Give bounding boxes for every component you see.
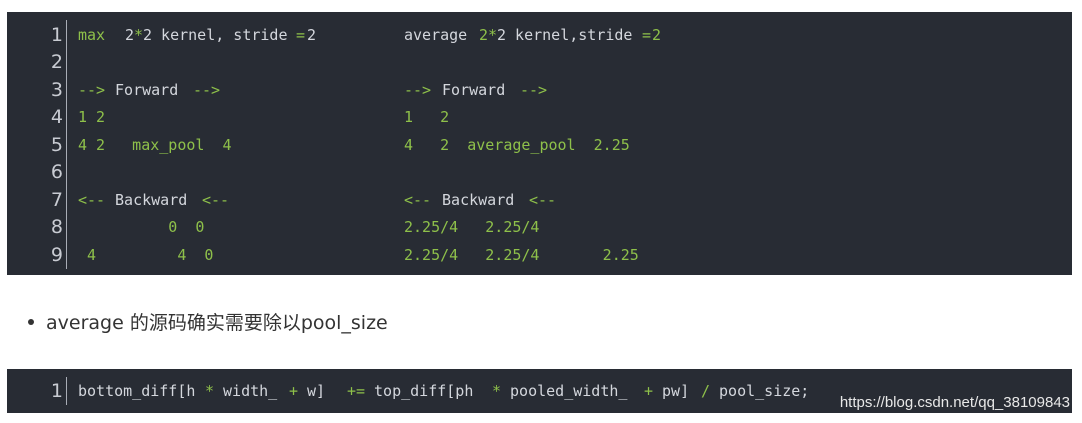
line-number: 5 <box>50 134 63 156</box>
code-token: w] <box>298 382 335 400</box>
code-token: <-- <box>529 191 557 209</box>
code-token: Backward <box>433 191 524 209</box>
code-token: 2.25/4 2.25/4 2.25 <box>404 246 639 264</box>
watermark-url: https://blog.csdn.net/qq_38109843 <box>839 394 1070 411</box>
code-token: bottom_diff[h <box>78 382 205 400</box>
line-number: 3 <box>50 79 63 101</box>
code-token: Backward <box>106 191 197 209</box>
code-token: --> <box>404 81 432 99</box>
bullet-dot-icon <box>28 318 34 325</box>
code-block-pooling-example: 1 2 3 4 5 6 7 8 9 max 2 * 2 kernel, stri… <box>7 12 1072 275</box>
code-token: 1 2 <box>78 108 106 126</box>
code-token: * <box>492 382 502 400</box>
code-token: 4 2 average_pool 2.25 <box>404 136 630 154</box>
line-number-gutter: 1 2 3 4 5 6 7 8 9 <box>7 12 67 275</box>
line-number-gutter: 1 <box>7 369 67 413</box>
code-token: Forward <box>433 81 515 99</box>
code-token: --> <box>520 81 548 99</box>
code-token: <-- <box>202 191 230 209</box>
code-token: width_ <box>214 382 287 400</box>
gutter-divider <box>66 377 67 405</box>
code-line-9: 4 4 0 2.25/4 2.25/4 2.25 <box>78 242 1068 269</box>
line-number: 9 <box>50 244 63 266</box>
code-token: = <box>296 26 306 44</box>
code-line-4: 1 2 1 2 <box>78 104 1068 131</box>
page: 1 2 3 4 5 6 7 8 9 max 2 * 2 kernel, stri… <box>0 0 1082 423</box>
code-line-8: 0 0 2.25/4 2.25/4 <box>78 214 1068 241</box>
code-token: 4 2 max_pool 4 <box>78 136 232 154</box>
code-token: * <box>205 382 215 400</box>
line-number: 6 <box>50 161 63 183</box>
code-token: average <box>404 26 477 44</box>
code-line-3: --> Forward --> --> Forward --> <box>78 77 1068 104</box>
code-line-7: <-- Backward <-- <-- Backward <-- <box>78 187 1068 214</box>
code-token: --> <box>78 81 106 99</box>
code-token: 2 <box>479 26 489 44</box>
line-number: 7 <box>50 189 63 211</box>
code-token: 2.25/4 2.25/4 <box>404 218 540 236</box>
code-token: 2 kernel, stride <box>143 26 288 44</box>
code-token: + <box>644 382 654 400</box>
code-token: + <box>289 382 299 400</box>
code-token: <-- <box>404 191 432 209</box>
bullet-item: average 的源码确实需要除以pool_size <box>28 310 388 336</box>
code-token: 0 0 <box>78 218 205 236</box>
code-token: * <box>134 26 144 44</box>
code-token: 4 4 0 <box>78 246 214 264</box>
code-token: * <box>488 26 498 44</box>
code-token: pw] <box>653 382 699 400</box>
line-number: 4 <box>50 106 63 128</box>
line-number: 2 <box>50 51 63 73</box>
code-line-5: 4 2 max_pool 4 4 2 average_pool 2.25 <box>78 132 1068 159</box>
code-token: += <box>347 382 366 400</box>
code-token: / <box>701 382 711 400</box>
code-token: pooled_width_ <box>501 382 637 400</box>
code-token: Forward <box>106 81 188 99</box>
line-number: 8 <box>50 216 63 238</box>
code-token: 2 kernel,stride <box>497 26 633 44</box>
code-token: 2 <box>652 26 662 44</box>
code-token: pool_size; <box>710 382 810 400</box>
code-line-1: max 2 * 2 kernel, stride = 2 average 2 *… <box>78 22 1068 49</box>
code-line-1: bottom_diff[h * width_ + w] += top_diff[… <box>78 378 838 405</box>
code-token: = <box>642 26 652 44</box>
code-token: 2 <box>125 26 135 44</box>
line-number: 1 <box>50 380 63 402</box>
code-token: top_diff[ph <box>365 382 483 400</box>
code-token: 2 <box>307 26 317 44</box>
bullet-text: average 的源码确实需要除以pool_size <box>46 312 388 334</box>
line-number: 1 <box>50 24 63 46</box>
gutter-divider <box>66 20 67 269</box>
code-token: max <box>78 26 106 44</box>
code-token: --> <box>193 81 221 99</box>
code-token: <-- <box>78 191 106 209</box>
code-token: 1 2 <box>404 108 450 126</box>
